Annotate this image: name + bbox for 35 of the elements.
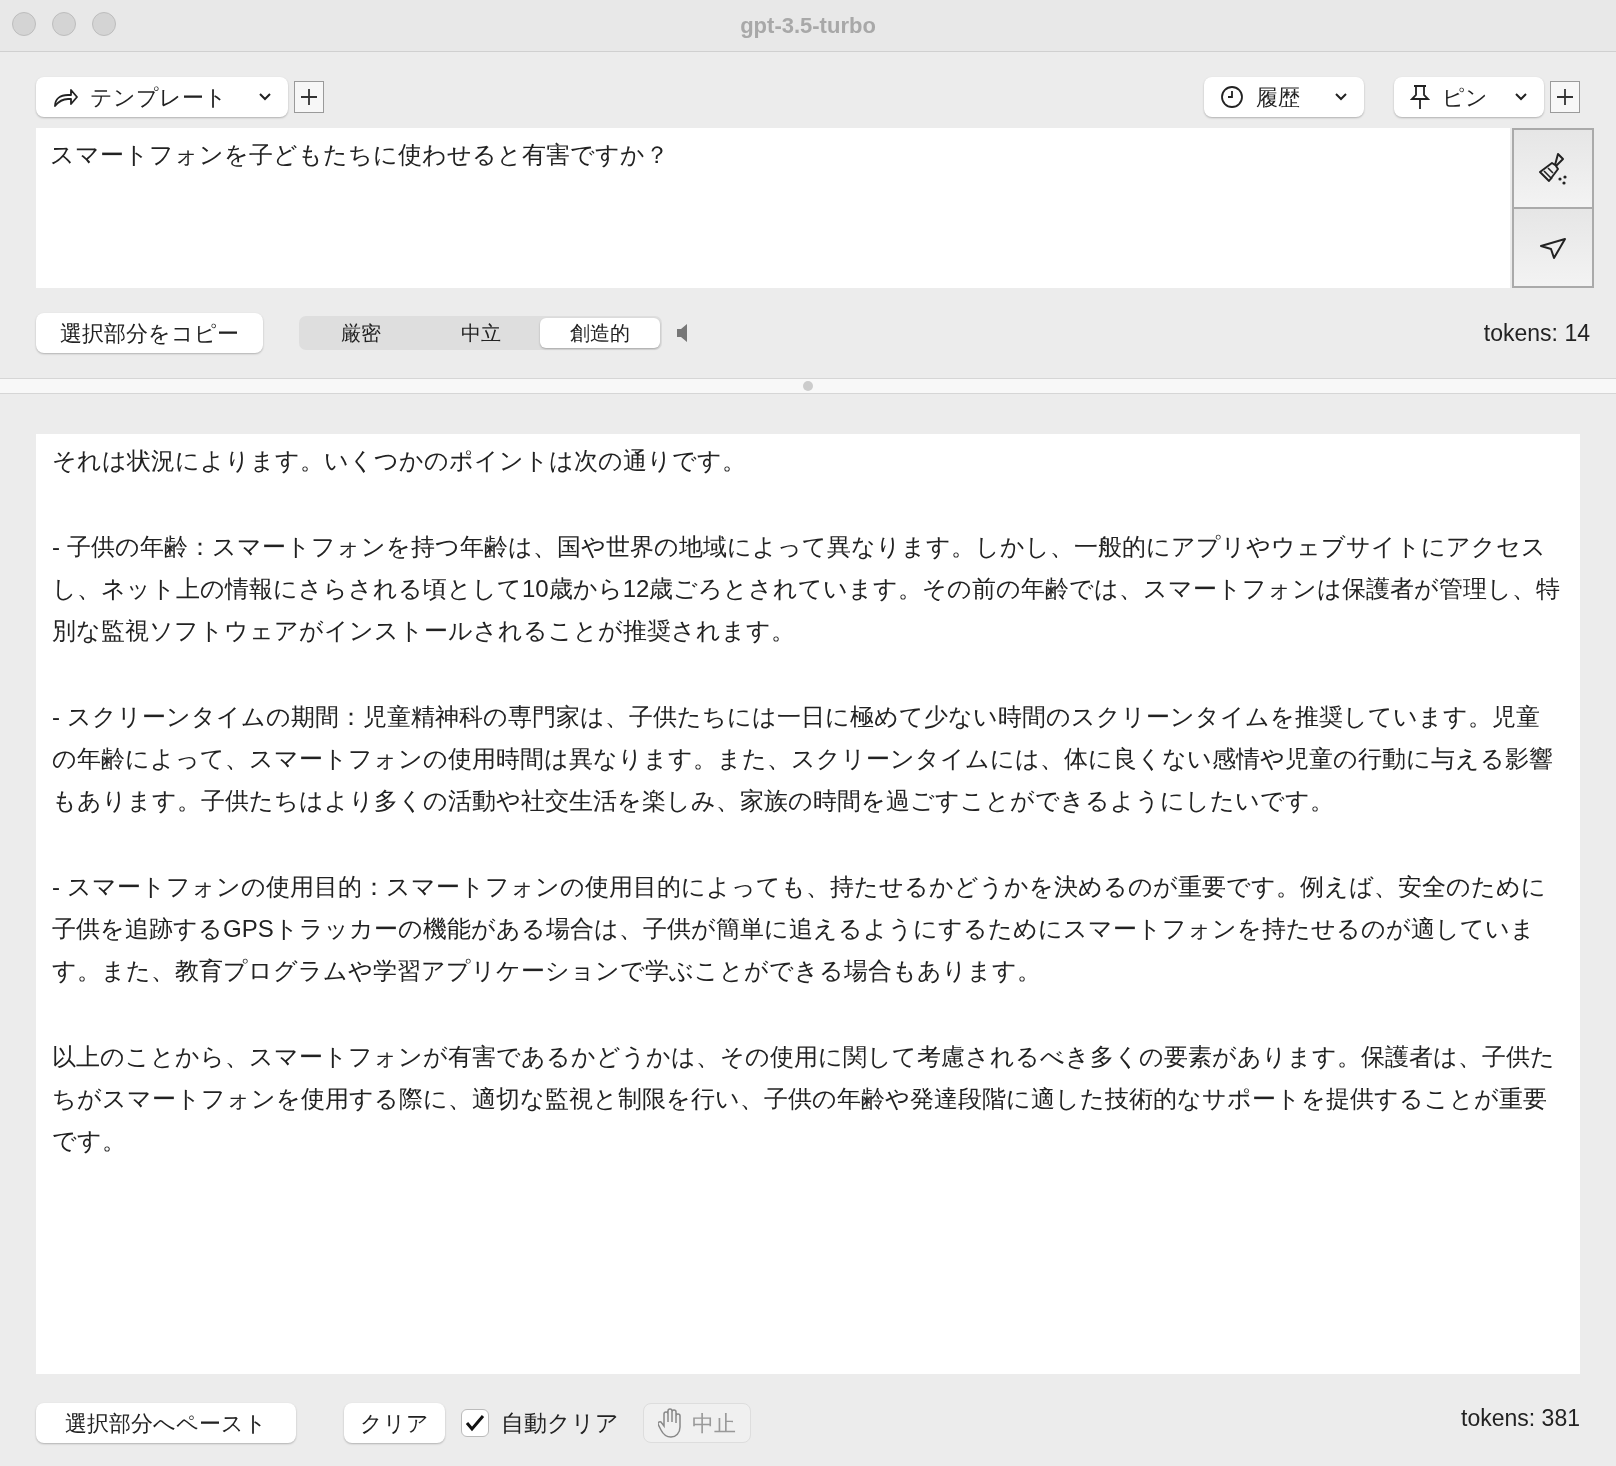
paste-to-selection-button[interactable]: 選択部分へペースト	[36, 1403, 296, 1443]
auto-clear-label: 自動クリア	[501, 1408, 619, 1438]
response-paragraph: - スマートフォンの使用目的：スマートフォンの使用目的によっても、持たせるかどうかを決めるのが重要です。例えば、安全のために子供を追跡するGPSトラッカーの機能がある場合は、子供が簡単に追えるようにするためにスマートフォンを持たせるのが適しています。また、教育プログラムや学習アプリケーションで学ぶことができる場合もあります。	[52, 872, 1547, 986]
speaker-icon[interactable]	[676, 322, 688, 344]
clean-button[interactable]	[1514, 130, 1592, 209]
copy-selection-button[interactable]: 選択部分をコピー	[36, 313, 263, 353]
temperature-segment[interactable]: 中立	[420, 318, 541, 348]
temperature-segment[interactable]: 厳密	[301, 318, 421, 348]
window-title: gpt-3.5-turbo	[740, 12, 876, 40]
clear-button[interactable]: クリア	[344, 1403, 445, 1443]
token-count: tokens: 14	[1483, 318, 1590, 348]
response-paragraph: - スクリーンタイムの期間：児童精神科の専門家は、子供たちには一日に極めて少ない時間のスクリーンタイムを推奨しています。児童の年齢によって、スマートフォンの使用時間は異なります。また、スクリーンタイムには、体に良くない感情や児童の行動に与える影響もあります。子供たちはより多くの活動や社交生活を楽しみ、家族の時間を過ごすことができるようにしたいです。	[52, 702, 1554, 816]
share-arrow-icon	[52, 86, 78, 108]
plus-icon	[1556, 88, 1574, 106]
response-paragraph: - 子供の年齢：スマートフォンを持つ年齢は、国や世界の地域によって異なります。しかし、一般的にアプリやウェブサイトにアクセスし、ネット上の情報にさらされる頃として10歳から12歳ごろとされています。その前の年齢では、スマートフォンは保護者が管理し、特別な監視ソフトウェアがインストールされることが推奨されます。	[52, 532, 1562, 646]
chevron-icon	[258, 92, 272, 102]
clock-icon	[1220, 85, 1244, 109]
response-paragraph: それは状況によります。いくつかのポイントは次の通りです。	[52, 446, 747, 476]
template-dropdown[interactable]: テンプレート	[36, 77, 288, 117]
pin-dropdown[interactable]: ピン	[1394, 77, 1544, 117]
add-pin-button[interactable]	[1550, 81, 1580, 113]
add-template-button[interactable]	[294, 81, 324, 113]
auto-clear-checkbox[interactable]	[461, 1409, 489, 1437]
plus-icon	[300, 88, 318, 106]
send-icon	[1539, 235, 1567, 260]
prompt-input[interactable]: スマートフォンを子どもたちに使わせると有害ですか？	[36, 128, 1510, 288]
history-dropdown[interactable]: 履歴	[1204, 77, 1364, 117]
temperature-segment[interactable]: 創造的	[540, 318, 660, 348]
hand-icon	[658, 1408, 684, 1438]
chevron-icon	[1334, 92, 1348, 102]
chevron-icon	[1514, 92, 1528, 102]
response-paragraph: 以上のことから、スマートフォンが有害であるかどうかは、その使用に関して考慮されるべき多くの要素があります。保護者は、子供たちがスマートフォンを使用する際に、適切な監視と制限を行い、子供の年齢や発達段階に適した技術的なサポートを提供することが重要です。	[52, 1042, 1556, 1156]
token-count: tokens: 381	[1461, 1403, 1580, 1433]
pin-icon	[1410, 84, 1430, 110]
send-button[interactable]	[1514, 209, 1592, 286]
